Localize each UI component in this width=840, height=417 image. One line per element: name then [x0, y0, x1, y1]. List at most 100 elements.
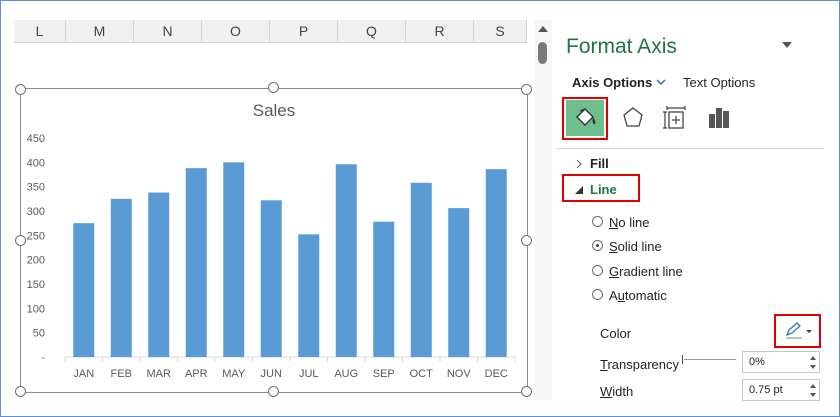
- y-tick-label: 100: [27, 303, 45, 315]
- x-tick-label: MAR: [147, 368, 172, 380]
- x-tick-label: NOV: [447, 368, 472, 380]
- radio-automatic[interactable]: [592, 289, 603, 300]
- bar-dec[interactable]: [485, 169, 507, 357]
- x-tick-label: DEC: [485, 368, 508, 380]
- x-tick-label: MAY: [222, 368, 246, 380]
- column-header-r[interactable]: R: [406, 20, 474, 42]
- column-header-o[interactable]: O: [202, 20, 270, 42]
- tab-axis-options[interactable]: Axis Options: [572, 75, 652, 90]
- transparency-slider-handle[interactable]: [682, 355, 683, 364]
- chart-plot[interactable]: - 50 100 150 200 250 300 350 400 450 JAN FEB MAR APR M…: [21, 89, 527, 392]
- section-fill-label: Fill: [590, 156, 609, 171]
- scroll-up-arrow-icon[interactable]: [538, 26, 548, 32]
- radio-solid-line[interactable]: [592, 240, 603, 251]
- y-tick-label: 400: [27, 157, 45, 169]
- transparency-label-text: ransparency: [607, 357, 680, 372]
- x-tick-label: AUG: [334, 368, 358, 380]
- bar-may[interactable]: [223, 162, 245, 357]
- transparency-slider[interactable]: [684, 359, 736, 360]
- bar-aug[interactable]: [335, 164, 357, 357]
- pane-options-dropdown-icon[interactable]: [782, 42, 792, 48]
- transparency-input[interactable]: 0%: [742, 351, 820, 373]
- format-axis-pane: Format Axis Axis Options Text Options Fi…: [552, 20, 838, 415]
- automatic-label: tomatic: [624, 288, 667, 303]
- y-tick-label: 50: [33, 328, 45, 340]
- column-header-s[interactable]: S: [474, 20, 527, 42]
- width-value: 0.75 pt: [749, 384, 783, 396]
- spin-down-icon[interactable]: [810, 365, 816, 369]
- solid-line-label: olid line: [617, 239, 662, 254]
- resize-handle-bottom-right[interactable]: [521, 386, 532, 397]
- effects-pentagon-icon[interactable]: [614, 100, 652, 136]
- vertical-scrollbar[interactable]: [534, 20, 552, 400]
- column-header-q[interactable]: Q: [338, 20, 406, 42]
- y-tick-label: 350: [27, 182, 45, 194]
- column-header-p[interactable]: P: [270, 20, 338, 42]
- bar-jun[interactable]: [260, 200, 282, 357]
- gradient-line-accel: G: [609, 264, 620, 279]
- y-tick-label: 450: [27, 133, 45, 145]
- gradient-line-label: radient line: [619, 264, 683, 279]
- size-properties-icon[interactable]: [656, 100, 694, 136]
- y-tick-label: 200: [27, 255, 45, 267]
- resize-handle-top-center[interactable]: [268, 82, 279, 93]
- width-label-text: idth: [612, 384, 634, 399]
- pane-separator: [556, 148, 824, 149]
- pane-icon-row: [562, 97, 824, 140]
- column-header-n[interactable]: N: [134, 20, 202, 42]
- chart-area[interactable]: Sales -50 100 150 200 250 300 350 400 450 JAN FEB M…: [20, 88, 528, 393]
- resize-handle-bottom-center[interactable]: [268, 386, 279, 397]
- expand-arrow-icon: [576, 159, 582, 169]
- spin-up-icon[interactable]: [810, 356, 816, 360]
- x-tick-label: FEB: [111, 368, 132, 380]
- automatic-pre: A: [609, 288, 618, 303]
- bar-feb[interactable]: [110, 198, 132, 357]
- chevron-down-icon[interactable]: [656, 77, 666, 87]
- bar-oct[interactable]: [410, 182, 432, 357]
- axis-options-bars-icon[interactable]: [700, 100, 738, 136]
- resize-handle-middle-left[interactable]: [15, 235, 26, 246]
- bar-jul[interactable]: [298, 234, 320, 357]
- automatic-accel: u: [617, 288, 625, 303]
- column-header-row: LMNOPQRS: [14, 20, 527, 43]
- no-line-accel: N: [609, 215, 619, 230]
- column-header-l[interactable]: L: [14, 20, 66, 42]
- x-tick-label: OCT: [410, 368, 434, 380]
- x-tick-label: JAN: [73, 368, 94, 380]
- x-tick-label: JUL: [299, 368, 319, 380]
- y-tick-label: 250: [27, 230, 45, 242]
- resize-handle-top-right[interactable]: [521, 84, 532, 95]
- bar-apr[interactable]: [185, 168, 207, 357]
- pane-title: Format Axis: [566, 35, 677, 58]
- no-line-label: o line: [618, 215, 650, 230]
- column-header-m[interactable]: M: [66, 20, 134, 42]
- resize-handle-middle-right[interactable]: [521, 235, 532, 246]
- transparency-label: Transparency: [600, 357, 679, 372]
- color-label: Color: [600, 326, 632, 341]
- color-button-highlight: [774, 314, 821, 348]
- bar-sep[interactable]: [373, 221, 395, 357]
- y-tick-label: 150: [27, 279, 45, 291]
- line-section-highlight: [562, 174, 640, 202]
- x-tick-label: APR: [185, 368, 208, 380]
- spin-down-icon[interactable]: [810, 393, 816, 397]
- transparency-value: 0%: [749, 356, 765, 368]
- bar-nov[interactable]: [448, 208, 470, 357]
- radio-gradient-line[interactable]: [592, 265, 603, 276]
- width-accel: W: [600, 384, 613, 399]
- x-tick-label: JUN: [261, 368, 282, 380]
- solid-line-accel: S: [609, 239, 618, 254]
- radio-no-line[interactable]: [592, 216, 603, 227]
- section-fill[interactable]: Fill: [574, 156, 609, 171]
- y-tick-label: -: [41, 352, 45, 364]
- y-tick-label: 300: [27, 206, 45, 218]
- bar-mar[interactable]: [148, 192, 170, 357]
- spin-up-icon[interactable]: [810, 384, 816, 388]
- resize-handle-bottom-left[interactable]: [15, 386, 26, 397]
- resize-handle-top-left[interactable]: [15, 84, 26, 95]
- scroll-thumb[interactable]: [538, 42, 547, 64]
- tab-text-options[interactable]: Text Options: [683, 75, 755, 90]
- bar-jan[interactable]: [73, 223, 95, 357]
- fill-line-highlight: [562, 97, 608, 140]
- width-input[interactable]: 0.75 pt: [742, 379, 820, 401]
